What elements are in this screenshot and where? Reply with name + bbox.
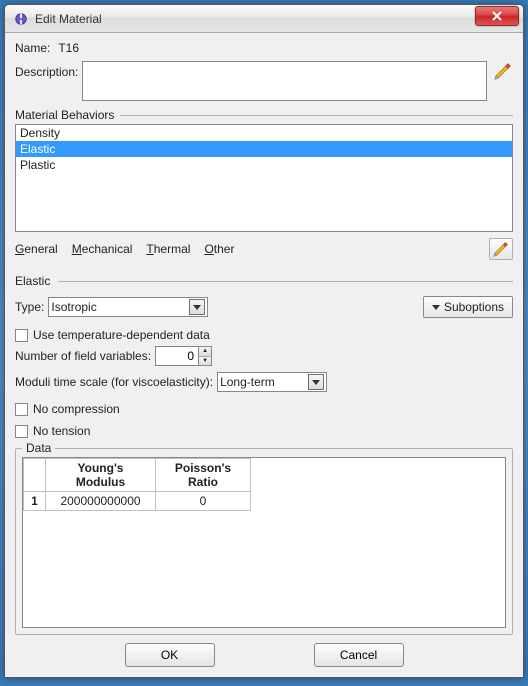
- chevron-down-icon: [432, 305, 440, 310]
- data-table-wrap[interactable]: Young'sModulus Poisson'sRatio 1200000000…: [22, 457, 506, 628]
- material-behaviors-label: Material Behaviors: [15, 108, 120, 122]
- pencil-icon: [494, 62, 512, 80]
- no-tension-row: No tension: [15, 424, 513, 438]
- spin-down-button[interactable]: ▼: [199, 357, 211, 366]
- close-icon: [492, 11, 502, 21]
- no-compression-row: No compression: [15, 402, 513, 416]
- dropdown-arrow-icon: [189, 299, 205, 315]
- cancel-button[interactable]: Cancel: [314, 643, 404, 667]
- table-corner: [24, 459, 46, 492]
- use-temp-row: Use temperature-dependent data: [15, 328, 513, 342]
- use-temp-label: Use temperature-dependent data: [33, 328, 210, 342]
- edit-description-button[interactable]: [493, 61, 513, 81]
- name-value: T16: [58, 41, 79, 55]
- edit-behavior-button[interactable]: [489, 238, 513, 260]
- cell-youngs-modulus[interactable]: 200000000000: [46, 492, 156, 511]
- suboptions-button[interactable]: Suboptions: [423, 296, 513, 318]
- behavior-list[interactable]: DensityElasticPlastic: [15, 124, 513, 232]
- elastic-section-title: Elastic: [15, 274, 513, 288]
- moduli-row: Moduli time scale (for viscoelasticity):…: [15, 372, 513, 392]
- no-compression-checkbox[interactable]: [15, 403, 28, 416]
- type-select[interactable]: Isotropic: [48, 297, 208, 317]
- description-input[interactable]: [82, 61, 487, 101]
- type-value: Isotropic: [51, 300, 96, 314]
- dialog-content: Name: T16 Description: Material Behavior…: [5, 33, 523, 677]
- behavior-menubar: General Mechanical Thermal Other: [15, 238, 513, 260]
- menu-other[interactable]: Other: [204, 242, 234, 256]
- titlebar: Edit Material: [5, 5, 523, 33]
- pencil-icon: [493, 241, 509, 257]
- description-row: Description:: [15, 61, 513, 101]
- use-temp-checkbox[interactable]: [15, 329, 28, 342]
- name-label: Name:: [15, 41, 50, 55]
- table-row: 12000000000000: [24, 492, 251, 511]
- num-vars-spinner[interactable]: ▲ ▼: [155, 346, 212, 366]
- moduli-label: Moduli time scale (for viscoelasticity):: [15, 375, 213, 389]
- description-label: Description:: [15, 65, 78, 79]
- type-row: Type: Isotropic Suboptions: [15, 296, 513, 318]
- spin-up-button[interactable]: ▲: [199, 347, 211, 357]
- row-index: 1: [24, 492, 46, 511]
- material-behaviors-section: Material Behaviors DensityElasticPlastic…: [15, 115, 513, 260]
- no-tension-label: No tension: [33, 424, 90, 438]
- menu-general[interactable]: General: [15, 242, 58, 256]
- edit-material-dialog: Edit Material Name: T16 Description: Mat…: [4, 4, 524, 678]
- app-icon: [13, 11, 29, 27]
- data-group: Data Young'sModulus Poisson'sRatio 12000…: [15, 448, 513, 635]
- num-vars-label: Number of field variables:: [15, 349, 151, 363]
- data-table: Young'sModulus Poisson'sRatio 1200000000…: [23, 458, 251, 511]
- num-vars-input[interactable]: [156, 347, 198, 365]
- no-compression-label: No compression: [33, 402, 120, 416]
- no-tension-checkbox[interactable]: [15, 425, 28, 438]
- cell-poissons-ratio[interactable]: 0: [156, 492, 251, 511]
- name-row: Name: T16: [15, 41, 513, 55]
- type-label: Type:: [15, 300, 44, 314]
- close-button[interactable]: [475, 6, 519, 26]
- moduli-select[interactable]: Long-term: [217, 372, 327, 392]
- header-youngs-modulus: Young'sModulus: [46, 459, 156, 492]
- moduli-value: Long-term: [220, 375, 275, 389]
- window-title: Edit Material: [35, 12, 475, 26]
- data-group-label: Data: [22, 441, 55, 455]
- menu-thermal[interactable]: Thermal: [146, 242, 190, 256]
- ok-button[interactable]: OK: [125, 643, 215, 667]
- behavior-item[interactable]: Density: [16, 125, 512, 141]
- dialog-button-row: OK Cancel: [15, 635, 513, 671]
- behavior-item[interactable]: Elastic: [16, 141, 512, 157]
- num-vars-row: Number of field variables: ▲ ▼: [15, 346, 513, 366]
- menu-mechanical[interactable]: Mechanical: [72, 242, 133, 256]
- header-poissons-ratio: Poisson'sRatio: [156, 459, 251, 492]
- behavior-item[interactable]: Plastic: [16, 157, 512, 173]
- dropdown-arrow-icon: [308, 374, 324, 390]
